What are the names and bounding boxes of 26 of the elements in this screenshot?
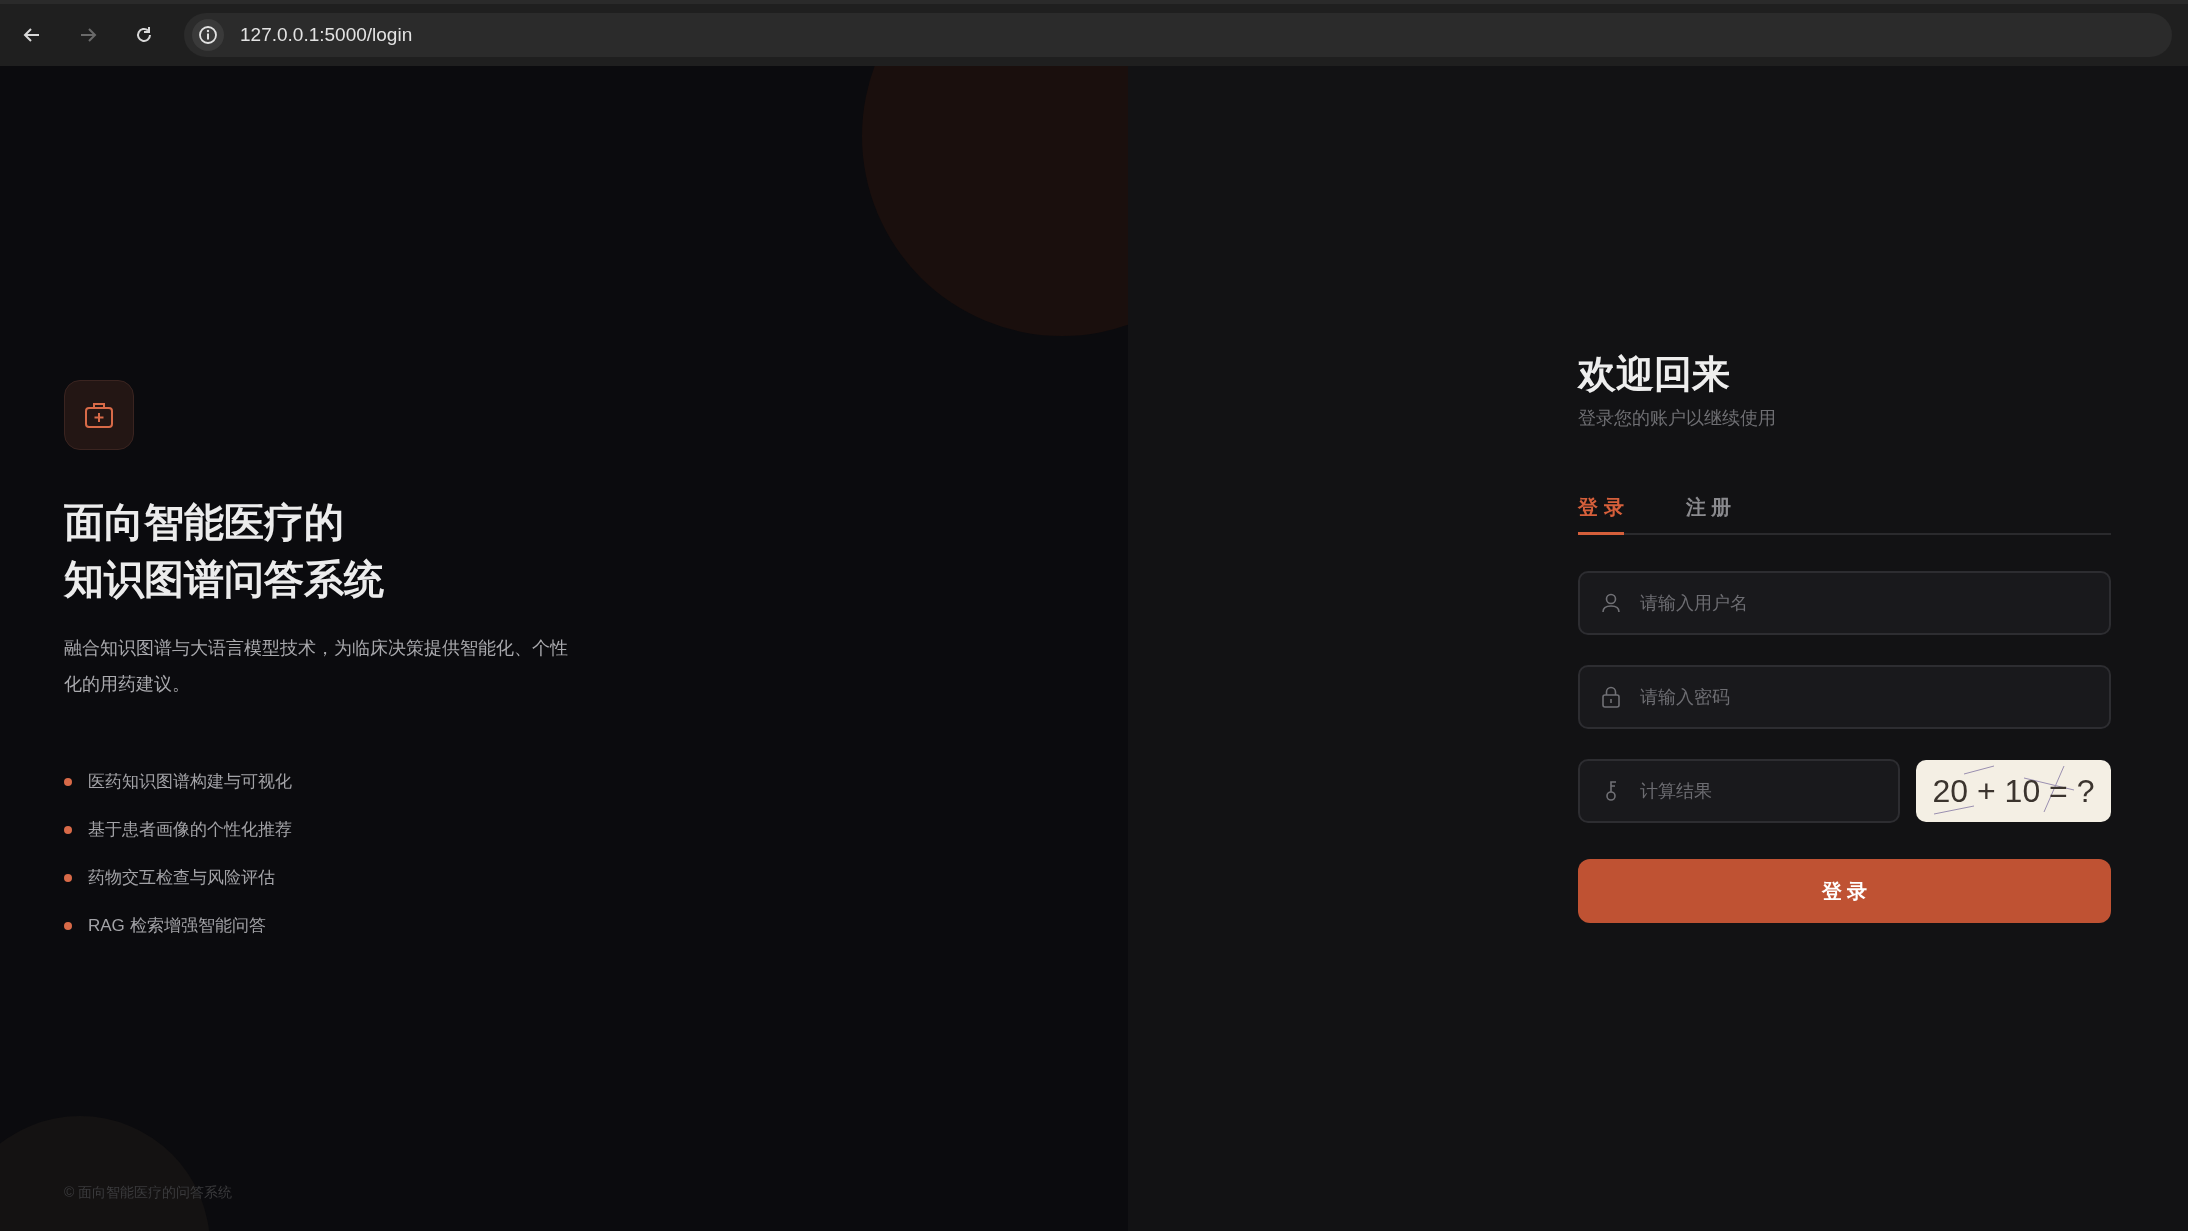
bullet-dot [64, 922, 72, 930]
captcha-image[interactable]: 20 + 10 = ? [1916, 760, 2111, 822]
bullet-dot [64, 826, 72, 834]
bullet-dot [64, 874, 72, 882]
address-bar[interactable]: 127.0.0.1:5000/login [184, 13, 2172, 57]
login-button[interactable]: 登 录 [1578, 859, 2111, 923]
captcha-answer-field[interactable]: 计算结果 [1578, 759, 1900, 823]
url-text: 127.0.0.1:5000/login [240, 22, 413, 47]
feature-item: RAG 检索增强智能问答 [88, 915, 266, 937]
feature-item: 医药知识图谱构建与可视化 [88, 771, 292, 793]
form-tab[interactable]: 注 册 [1685, 492, 1732, 535]
form-tab[interactable]: 登 录 [1578, 492, 1624, 535]
feature-item: 基于患者画像的个性化推荐 [88, 819, 292, 841]
username-field[interactable]: 请输入用户名 [1578, 571, 2111, 635]
lock-icon [1600, 686, 1622, 708]
user-icon [1600, 592, 1622, 614]
welcome-subtitle: 登录您的账户以继续使用 [1578, 407, 1777, 430]
welcome-title: 欢迎回来 [1578, 352, 1731, 397]
info-icon[interactable] [192, 19, 224, 51]
medical-kit-icon [84, 401, 114, 429]
bullet-dot [64, 778, 72, 786]
feature-item: 药物交互检查与风险评估 [88, 867, 275, 889]
system-description: 融合知识图谱与大语言模型技术，为临床决策提供智能化、个性化的用药建议。 [64, 637, 569, 696]
reload-icon [134, 25, 154, 45]
password-field[interactable]: 请输入密码 [1578, 665, 2111, 729]
system-title: 面向智能医疗的 知识图谱问答系统 [64, 499, 385, 604]
